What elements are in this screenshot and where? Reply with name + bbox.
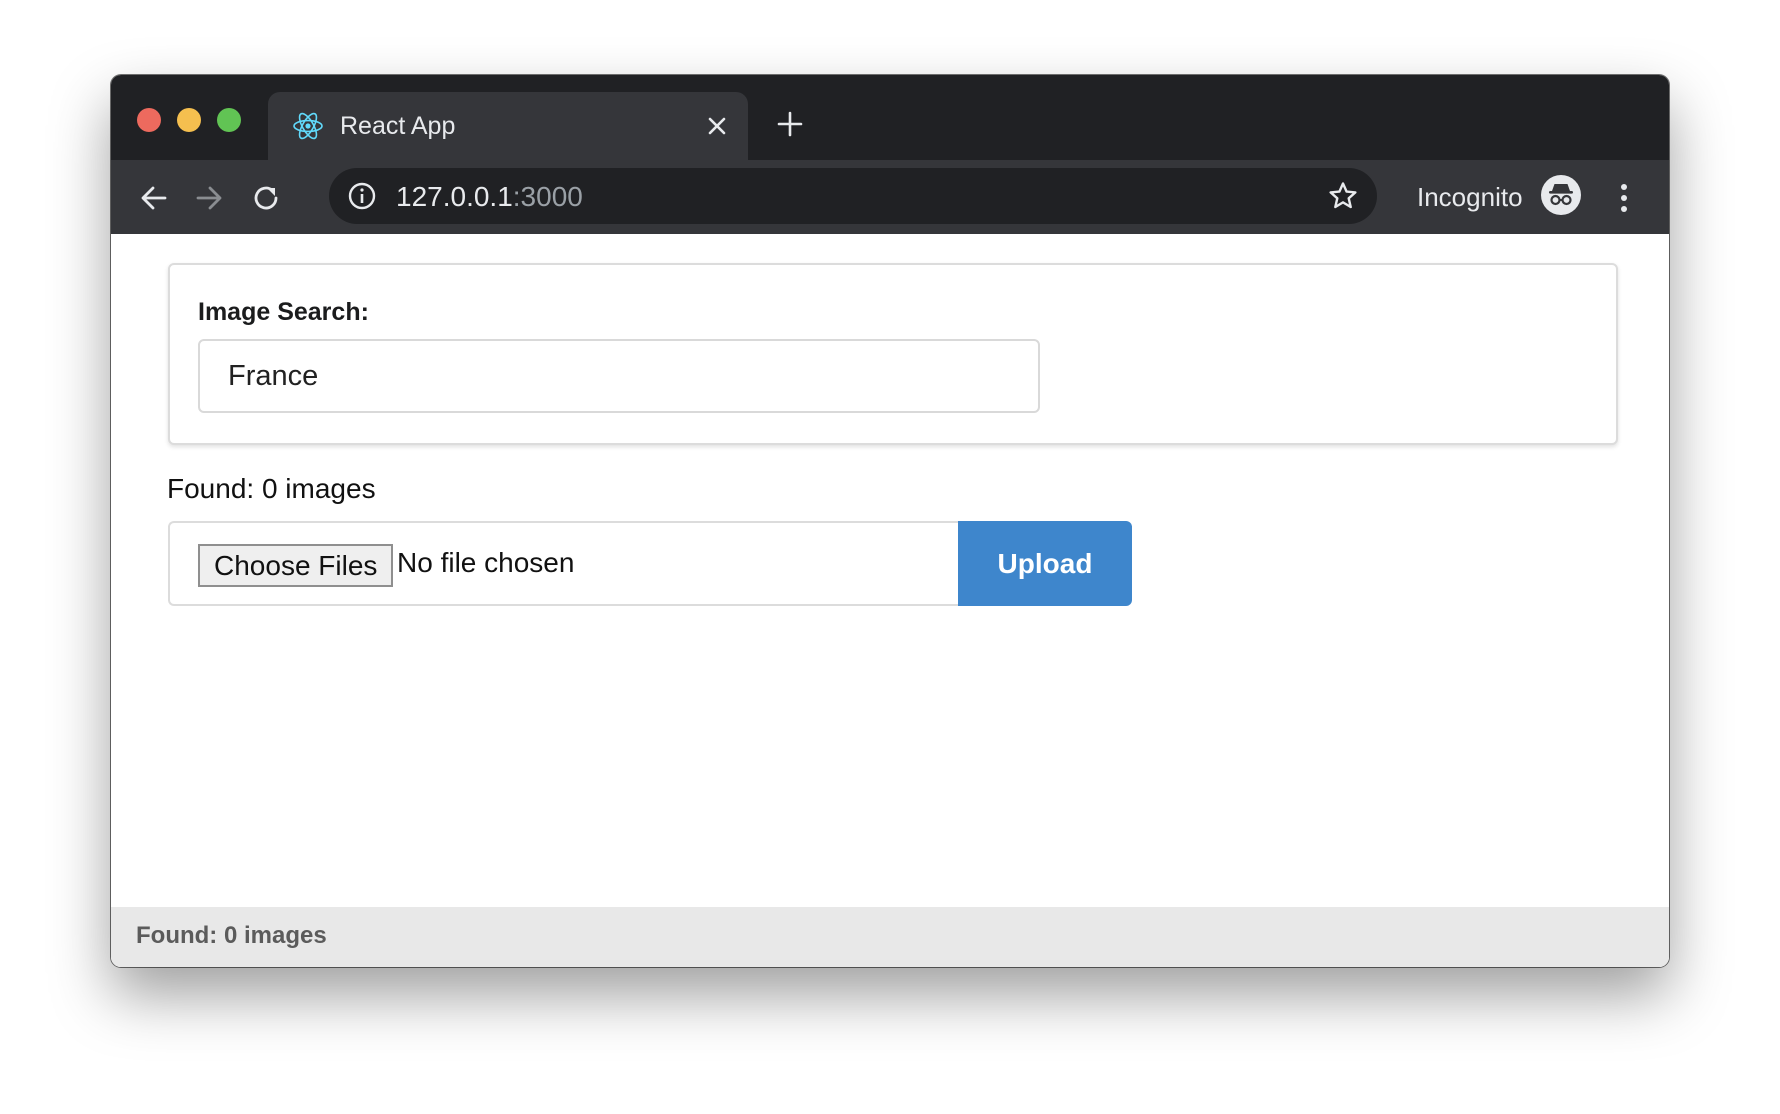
incognito-icon[interactable] xyxy=(1540,174,1582,216)
react-logo-icon xyxy=(293,112,323,140)
address-url: 127.0.0.1:3000 xyxy=(396,181,583,213)
reload-icon[interactable] xyxy=(250,182,282,214)
new-tab-icon[interactable] xyxy=(776,110,804,138)
maximize-window-button[interactable] xyxy=(217,108,241,132)
back-arrow-icon[interactable] xyxy=(138,182,170,214)
file-input[interactable]: Choose Files No file chosen xyxy=(168,521,958,606)
tab-title: React App xyxy=(340,112,456,140)
tab-strip: React App xyxy=(111,75,1669,160)
page-viewport: Image Search: Found: 0 images Choose Fil… xyxy=(111,234,1669,967)
forward-arrow-icon[interactable] xyxy=(193,182,225,214)
site-info-icon[interactable] xyxy=(347,181,377,211)
desktop-background: React App 127.0.0.1:3000 Incognito Image… xyxy=(0,0,1780,1114)
close-window-button[interactable] xyxy=(137,108,161,132)
url-host: 127.0.0.1 xyxy=(396,181,513,212)
bookmark-star-icon[interactable] xyxy=(1327,180,1359,212)
address-bar[interactable]: 127.0.0.1:3000 xyxy=(329,168,1377,224)
search-input[interactable] xyxy=(198,339,1040,413)
browser-toolbar: 127.0.0.1:3000 Incognito xyxy=(111,160,1669,234)
choose-files-button[interactable]: Choose Files xyxy=(198,544,394,587)
incognito-label: Incognito xyxy=(1417,182,1523,212)
more-menu-icon[interactable] xyxy=(1618,182,1630,214)
search-card: Image Search: xyxy=(168,263,1618,445)
minimize-window-button[interactable] xyxy=(177,108,201,132)
footer-status-text: Found: 0 images xyxy=(136,922,327,949)
close-tab-icon[interactable] xyxy=(704,113,730,139)
url-port: :3000 xyxy=(512,181,583,212)
browser-window: React App 127.0.0.1:3000 Incognito Image… xyxy=(111,75,1669,967)
status-footer: Found: 0 images xyxy=(111,907,1669,967)
tab-react-app[interactable]: React App xyxy=(268,92,748,160)
results-count: Found: 0 images xyxy=(167,473,376,504)
search-label: Image Search: xyxy=(198,298,369,326)
upload-button[interactable]: Upload xyxy=(958,521,1132,606)
upload-form: Choose Files No file chosen Upload xyxy=(168,521,1132,606)
file-status-text: No file chosen xyxy=(397,547,575,578)
